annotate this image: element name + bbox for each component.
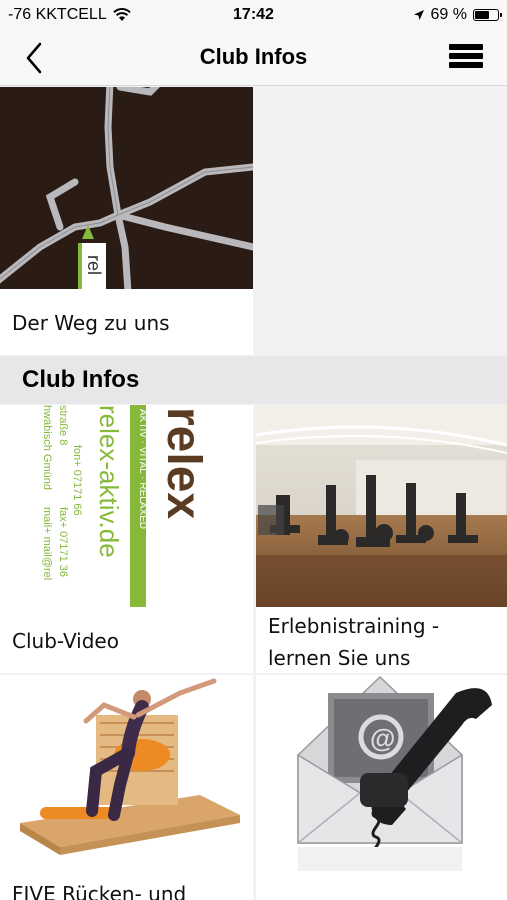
tile-club-video[interactable]: AKTIV · VITAL · RELAXED relex relex-akti… xyxy=(0,405,253,673)
five-device-image xyxy=(0,675,253,875)
battery-icon xyxy=(473,9,502,21)
tile-label: FIVE Rücken- und xyxy=(12,882,187,900)
video-url-text: relex-aktiv.de xyxy=(94,405,124,558)
at-sign-glyph: @ xyxy=(370,723,395,753)
navigation-bar: Club Infos xyxy=(0,30,507,86)
tile-contact[interactable]: @ xyxy=(256,675,507,900)
map-logo-text: rel xyxy=(84,255,104,275)
contact-image: @ xyxy=(256,675,507,875)
section-title: Club Infos xyxy=(22,366,140,393)
battery-percent: 69 % xyxy=(430,6,467,23)
gym-image xyxy=(256,405,507,607)
location-arrow-icon xyxy=(413,10,424,20)
video-addr-4: fax+ 07171 36 xyxy=(57,507,69,577)
tile-label: Der Weg zu uns xyxy=(12,311,170,335)
map-image: rel xyxy=(0,87,253,289)
video-addr-3: fon+ 07171 66 xyxy=(71,445,83,516)
tile-five-ruecken[interactable]: FIVE Rücken- und xyxy=(0,675,253,900)
tile-label: Erlebnistraining - lernen Sie uns kennen… xyxy=(268,614,440,670)
tile-directions[interactable]: rel Der Weg zu uns xyxy=(0,87,253,355)
status-bar: -76 KKTCELL 17:42 69 % xyxy=(0,0,507,30)
page-title: Club Infos xyxy=(199,44,308,69)
tile-erlebnistraining[interactable]: Erlebnistraining - lernen Sie uns kennen… xyxy=(256,405,507,673)
video-addr-1: straße 8 xyxy=(57,405,69,445)
video-logo-text: relex xyxy=(157,407,210,519)
video-addr-2: hwäbisch Gmünd xyxy=(41,405,53,490)
tile-label: Club-Video xyxy=(12,629,119,653)
video-addr-5: mail+ mail@rel xyxy=(41,507,53,580)
video-stripe-text: AKTIV · VITAL · RELAXED xyxy=(137,409,148,529)
club-video-image: AKTIV · VITAL · RELAXED relex relex-akti… xyxy=(0,405,253,607)
menu-button[interactable] xyxy=(449,44,483,72)
section-header-club-infos: Club Infos xyxy=(0,356,507,404)
status-right: 69 % xyxy=(413,6,502,24)
